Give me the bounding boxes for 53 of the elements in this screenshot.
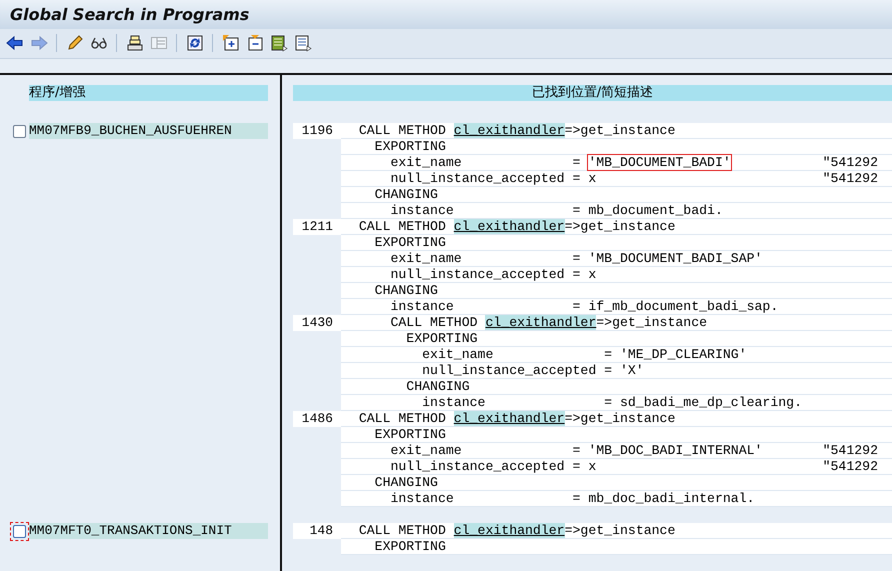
- code-text: CALL METHOD: [389, 315, 479, 330]
- code-text: CALL METHOD: [358, 523, 447, 538]
- code-text: =>get_instance: [564, 219, 676, 234]
- code-text: instance = if_mb_document_badi_sap.: [389, 299, 778, 314]
- checkbox[interactable]: [13, 524, 26, 538]
- code-text: exit_name =: [389, 155, 582, 170]
- code-text: =>get_instance: [596, 315, 708, 330]
- code-text: =>get_instance: [564, 123, 676, 138]
- code-text: CHANGING: [405, 379, 470, 394]
- line-number: 1196: [293, 123, 341, 139]
- code-text: CHANGING: [374, 475, 438, 490]
- checkbox[interactable]: [13, 124, 26, 138]
- search-match-link[interactable]: cl_exithandler: [454, 523, 565, 538]
- code-comment: "541292: [822, 155, 879, 170]
- line-number: 1430: [293, 315, 341, 331]
- highlighted-code: 'MB_DOCUMENT_BADI': [588, 155, 731, 170]
- search-match-link[interactable]: cl_exithandler: [454, 411, 565, 426]
- code-text: CALL METHOD: [358, 411, 447, 426]
- code-text: exit_name = 'MB_DOC_BADI_INTERNAL': [389, 443, 762, 458]
- code-text: CHANGING: [374, 187, 438, 202]
- code-comment: "541292: [822, 443, 879, 458]
- code-text: instance = sd_badi_me_dp_clearing.: [421, 395, 802, 410]
- code-text: null_instance_accepted = 'X': [421, 363, 644, 378]
- search-match-link[interactable]: cl_exithandler: [454, 219, 565, 234]
- code-text: exit_name = 'ME_DP_CLEARING': [421, 347, 747, 362]
- code-text: EXPORTING: [374, 235, 446, 250]
- search-match-link[interactable]: cl_exithandler: [454, 123, 565, 138]
- search-match-link[interactable]: cl_exithandler: [485, 315, 596, 330]
- code-text: null_instance_accepted = x: [389, 267, 596, 282]
- code-text: instance = mb_doc_badi_internal.: [389, 491, 755, 506]
- window-title: Global Search in Programs: [10, 4, 250, 24]
- code-text: null_instance_accepted = x: [389, 459, 596, 474]
- code-comment: "541292: [822, 459, 879, 474]
- code-text: CALL METHOD: [358, 219, 447, 234]
- line-number: 148: [293, 523, 341, 539]
- column-header: 已找到位置/简短描述: [293, 85, 892, 101]
- code-text: EXPORTING: [374, 539, 446, 554]
- program-name[interactable]: MM07MFB9_BUCHEN_AUSFUEHREN: [29, 123, 268, 139]
- code-text: EXPORTING: [405, 331, 478, 346]
- program-name[interactable]: MM07MFT0_TRANSAKTIONS_INIT: [29, 523, 268, 539]
- code-comment: "541292: [822, 171, 879, 186]
- code-text: instance = mb_document_badi.: [389, 203, 723, 218]
- code-text: CHANGING: [374, 283, 438, 298]
- code-text: EXPORTING: [374, 427, 446, 442]
- code-text: exit_name = 'MB_DOCUMENT_BADI_SAP': [389, 251, 762, 266]
- code-text: =>get_instance: [564, 411, 676, 426]
- code-text: =>get_instance: [564, 523, 676, 538]
- line-number: 1211: [293, 219, 341, 235]
- code-text: EXPORTING: [374, 139, 446, 154]
- column-header: 程序/增强: [29, 85, 268, 101]
- code-text: CALL METHOD: [358, 123, 447, 138]
- code-text: null_instance_accepted = x: [389, 171, 596, 186]
- line-number: 1486: [293, 411, 341, 427]
